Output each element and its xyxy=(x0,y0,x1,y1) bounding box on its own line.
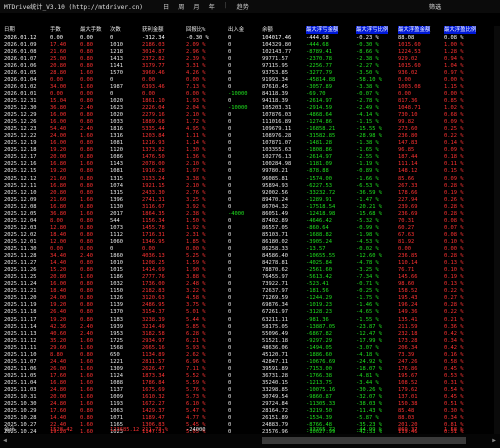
header-col-date[interactable]: 日期 xyxy=(4,26,15,34)
menu-item-trend[interactable]: 趋势 xyxy=(235,2,251,11)
period-menu: 日 周 月 年 | 趋势 xyxy=(161,2,251,11)
stats-window: MTDrive统计_V3.10 (http://mtdriver.cn) 日 周… xyxy=(0,0,500,448)
header-col-max-dd-pct[interactable]: 最大浮亏比例 xyxy=(356,26,389,34)
app-title: MTDrive统计_V3.10 (http://mtdriver.cn) xyxy=(4,4,144,11)
header-col-max-fp[interactable]: 最大浮盈金额 xyxy=(398,26,431,34)
header-col-lots[interactable]: 手数 xyxy=(50,26,61,34)
filter-button[interactable]: 筛选 xyxy=(429,2,441,11)
scroll-left-icon[interactable]: ◀ xyxy=(1,436,9,445)
scrollbar-thumb[interactable] xyxy=(262,437,466,444)
menu-item-year[interactable]: 年 xyxy=(207,2,217,11)
vertical-scrollbar[interactable] xyxy=(494,26,500,434)
header-col-max-lots[interactable]: 最大手数 xyxy=(80,26,102,34)
menu-item-day[interactable]: 日 xyxy=(161,2,171,11)
header-col-profit[interactable]: 获利金额 xyxy=(142,26,164,34)
header-col-deposit[interactable]: 出入金 xyxy=(228,26,244,34)
title-bar: MTDrive统计_V3.10 (http://mtdriver.cn) 日 周… xyxy=(0,0,500,13)
header-col-return[interactable]: 回报比% xyxy=(186,26,205,34)
scroll-right-icon[interactable]: ▶ xyxy=(490,436,498,445)
menu-separator: | xyxy=(223,2,228,9)
header-col-max-fp-pct[interactable]: 最大浮盈比例 xyxy=(444,26,477,34)
menu-item-month[interactable]: 月 xyxy=(191,2,201,11)
header-col-balance[interactable]: 余额 xyxy=(262,26,273,34)
table-header: 日期 手数 最大手数 次数 获利金额 回报比% 出入金 余额 最大浮亏金额 最大浮亏比例 最大浮盈金… xyxy=(0,26,500,34)
header-col-count[interactable]: 次数 xyxy=(110,26,121,34)
menu-item-week[interactable]: 周 xyxy=(176,2,186,11)
header-col-max-dd[interactable]: 最大浮亏金额 xyxy=(306,26,339,34)
